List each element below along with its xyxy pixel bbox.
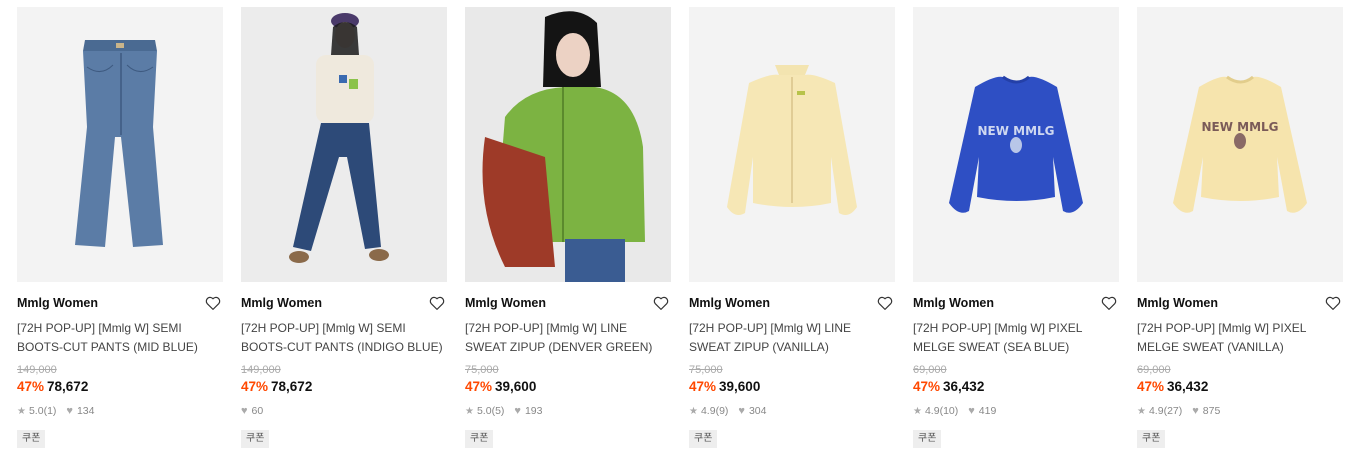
sweatshirt-image: NEW MMLG <box>1137 7 1343 282</box>
brand-name[interactable]: Mmlg Women <box>1137 293 1343 313</box>
original-price: 149,000 <box>241 364 281 376</box>
brand-name[interactable]: Mmlg Women <box>913 293 1119 313</box>
price-row: 47% 39,600 <box>465 379 671 395</box>
like-count: 134 <box>76 405 95 417</box>
coupon-badge: 쿠폰 <box>465 430 494 448</box>
like-count: 419 <box>978 405 997 417</box>
product-card[interactable]: Mmlg Women [72H POP-UP] [Mmlg W] LINE SW… <box>689 7 895 448</box>
original-price: 69,000 <box>1137 364 1171 376</box>
like-count: 60 <box>251 405 264 417</box>
rating: 4.9(9) <box>700 405 729 417</box>
product-name[interactable]: [72H POP-UP] [Mmlg W] LINE SWEAT ZIPUP (… <box>465 319 671 356</box>
original-price: 75,000 <box>689 364 723 376</box>
like-heart-icon: ♥ <box>1192 405 1199 417</box>
sale-price: 39,600 <box>495 379 537 394</box>
wishlist-heart-icon[interactable] <box>428 294 446 312</box>
wishlist-heart-icon[interactable] <box>876 294 894 312</box>
model-photo <box>241 7 447 282</box>
discount-rate: 47% <box>689 379 717 394</box>
product-name[interactable]: [72H POP-UP] [Mmlg W] SEMI BOOTS-CUT PAN… <box>241 319 447 356</box>
product-image[interactable] <box>17 7 223 282</box>
like-heart-icon: ♥ <box>66 405 73 417</box>
svg-text:NEW MMLG: NEW MMLG <box>977 124 1054 138</box>
original-price: 69,000 <box>913 364 947 376</box>
like-heart-icon: ♥ <box>968 405 975 417</box>
sale-price: 36,432 <box>943 379 985 394</box>
product-card[interactable]: NEW MMLG Mmlg Women [72H POP-UP] [Mmlg W… <box>913 7 1119 448</box>
wishlist-heart-icon[interactable] <box>1324 294 1342 312</box>
product-stats: ★ 4.9(10) ♥ 419 <box>913 405 1119 418</box>
discount-rate: 47% <box>465 379 493 394</box>
original-price: 75,000 <box>465 364 499 376</box>
rating: 4.9(27) <box>1148 405 1183 417</box>
product-card[interactable]: Mmlg Women [72H POP-UP] [Mmlg W] SEMI BO… <box>17 7 223 448</box>
like-heart-icon: ♥ <box>514 405 521 417</box>
sale-price: 78,672 <box>47 379 89 394</box>
svg-text:NEW MMLG: NEW MMLG <box>1201 120 1278 134</box>
price-row: 47% 36,432 <box>1137 379 1343 395</box>
discount-rate: 47% <box>17 379 45 394</box>
product-card[interactable]: Mmlg Women [72H POP-UP] [Mmlg W] LINE SW… <box>465 7 671 448</box>
product-stats: ★ 4.9(9) ♥ 304 <box>689 405 895 418</box>
product-card[interactable]: Mmlg Women [72H POP-UP] [Mmlg W] SEMI BO… <box>241 7 447 448</box>
price-row: 47% 36,432 <box>913 379 1119 395</box>
discount-rate: 47% <box>913 379 941 394</box>
product-name[interactable]: [72H POP-UP] [Mmlg W] PIXEL MELGE SWEAT … <box>1137 319 1343 356</box>
sale-price: 39,600 <box>719 379 761 394</box>
product-card[interactable]: NEW MMLG Mmlg Women [72H POP-UP] [Mmlg W… <box>1137 7 1343 448</box>
brand-name[interactable]: Mmlg Women <box>241 293 447 313</box>
discount-rate: 47% <box>1137 379 1165 394</box>
like-count: 875 <box>1202 405 1221 417</box>
coupon-badge: 쿠폰 <box>241 430 270 448</box>
discount-rate: 47% <box>241 379 269 394</box>
original-price: 149,000 <box>17 364 57 376</box>
rating: 4.9(10) <box>924 405 959 417</box>
product-image[interactable]: NEW MMLG <box>1137 7 1343 282</box>
like-count: 193 <box>524 405 543 417</box>
sale-price: 36,432 <box>1167 379 1209 394</box>
like-heart-icon: ♥ <box>738 405 745 417</box>
rating: 5.0(5) <box>476 405 505 417</box>
model-photo <box>465 7 671 282</box>
wishlist-heart-icon[interactable] <box>652 294 670 312</box>
like-count: 304 <box>748 405 767 417</box>
product-stats: ♥ 60 <box>241 405 447 418</box>
coupon-badge: 쿠폰 <box>913 430 942 448</box>
brand-name[interactable]: Mmlg Women <box>465 293 671 313</box>
product-image[interactable] <box>241 7 447 282</box>
rating: 5.0(1) <box>28 405 57 417</box>
star-icon: ★ <box>689 406 698 417</box>
coupon-badge: 쿠폰 <box>1137 430 1166 448</box>
like-heart-icon: ♥ <box>241 405 248 417</box>
coupon-badge: 쿠폰 <box>17 430 46 448</box>
product-stats: ★ 5.0(5) ♥ 193 <box>465 405 671 418</box>
product-name[interactable]: [72H POP-UP] [Mmlg W] LINE SWEAT ZIPUP (… <box>689 319 895 356</box>
product-image[interactable]: NEW MMLG <box>913 7 1119 282</box>
price-row: 47% 78,672 <box>17 379 223 395</box>
brand-name[interactable]: Mmlg Women <box>17 293 223 313</box>
star-icon: ★ <box>1137 406 1146 417</box>
product-stats: ★ 5.0(1) ♥ 134 <box>17 405 223 418</box>
product-grid: Mmlg Women [72H POP-UP] [Mmlg W] SEMI BO… <box>0 0 1356 469</box>
star-icon: ★ <box>913 406 922 417</box>
product-image[interactable] <box>689 7 895 282</box>
product-name[interactable]: [72H POP-UP] [Mmlg W] PIXEL MELGE SWEAT … <box>913 319 1119 356</box>
jeans-image <box>17 7 223 282</box>
star-icon: ★ <box>465 406 474 417</box>
sale-price: 78,672 <box>271 379 313 394</box>
zipup-image <box>689 7 895 282</box>
price-row: 47% 39,600 <box>689 379 895 395</box>
product-name[interactable]: [72H POP-UP] [Mmlg W] SEMI BOOTS-CUT PAN… <box>17 319 223 356</box>
product-stats: ★ 4.9(27) ♥ 875 <box>1137 405 1343 418</box>
price-row: 47% 78,672 <box>241 379 447 395</box>
coupon-badge: 쿠폰 <box>689 430 718 448</box>
star-icon: ★ <box>17 406 26 417</box>
wishlist-heart-icon[interactable] <box>1100 294 1118 312</box>
sweatshirt-image: NEW MMLG <box>913 7 1119 282</box>
product-image[interactable] <box>465 7 671 282</box>
brand-name[interactable]: Mmlg Women <box>689 293 895 313</box>
wishlist-heart-icon[interactable] <box>204 294 222 312</box>
